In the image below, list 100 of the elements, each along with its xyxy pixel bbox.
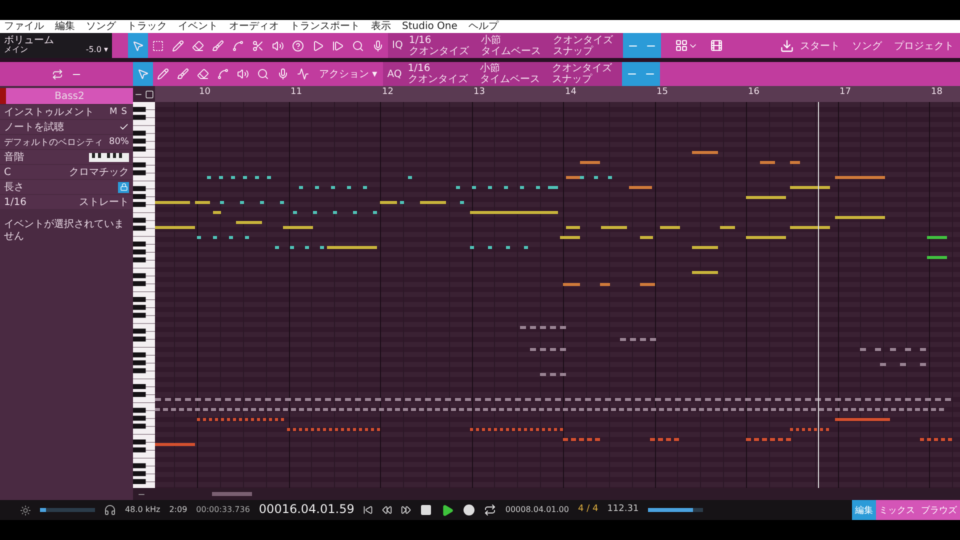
key-dropdown[interactable]: C: [4, 166, 11, 178]
bar-number: 18: [931, 87, 942, 97]
play-icon: [312, 40, 324, 52]
fast-forward-icon: [401, 505, 412, 515]
scale-dropdown[interactable]: クロマチック: [69, 165, 129, 179]
loop-button[interactable]: [484, 504, 496, 516]
menu-item[interactable]: 編集: [55, 20, 75, 33]
timeline-ruler[interactable]: 10 11 12 13 14 15 16 17 18: [155, 86, 960, 102]
mute-button[interactable]: M: [108, 107, 120, 117]
quantize-dropdown[interactable]: 1/16 クオンタイズ: [406, 34, 475, 56]
quantize-dropdown[interactable]: 小節 タイムベース: [478, 34, 547, 56]
menu-item[interactable]: トラック: [127, 20, 167, 33]
pointer-tool-button[interactable]: [133, 62, 153, 86]
quantize-label: IQ: [392, 40, 403, 51]
menu-item[interactable]: ヘルプ: [468, 20, 498, 33]
curve-icon: [217, 68, 229, 80]
record-icon: [463, 504, 476, 516]
bar-number: 10: [199, 87, 210, 97]
bar-number: 15: [656, 87, 668, 97]
quantize-dropdown[interactable]: クオンタイズ スナップ: [550, 34, 619, 56]
track-name: ボリューム: [4, 35, 55, 46]
quantize-label: AQ: [387, 68, 402, 80]
bar-number: 16: [748, 87, 760, 97]
menu-item[interactable]: イベント: [178, 20, 218, 33]
lock-button[interactable]: [118, 182, 129, 192]
step-forward-icon: [332, 40, 344, 52]
layout-icon[interactable]: [674, 39, 688, 52]
download-icon[interactable]: [780, 38, 794, 52]
output-meter: [648, 508, 703, 512]
stop-icon: [420, 504, 432, 516]
nav-button[interactable]: プロジェクト: [888, 38, 960, 52]
menu-item[interactable]: 表示: [371, 20, 391, 33]
quantize-dropdown[interactable]: 小節 タイムベース: [478, 63, 546, 85]
record-time: 2:09: [169, 506, 188, 514]
audition-label: ノートを試聴: [4, 120, 64, 134]
track-sub-label: メイン: [4, 46, 28, 55]
speaker-icon: [272, 40, 284, 52]
menu-item[interactable]: ファイル: [4, 20, 44, 33]
view-icon[interactable]: [145, 90, 154, 98]
help-icon: [292, 40, 304, 52]
bar-number: 12: [382, 87, 394, 97]
microphone-icon: [277, 68, 289, 80]
menu-item[interactable]: ソング: [86, 20, 116, 33]
action-menu-button[interactable]: アクション ▾: [313, 67, 384, 81]
bar-number: 17: [840, 87, 851, 97]
return-button[interactable]: [363, 505, 374, 515]
length-mode-dropdown[interactable]: ストレート: [79, 195, 129, 209]
quantize-dropdown[interactable]: クオンタイズ スナップ: [550, 63, 618, 85]
time-signature[interactable]: 4 / 4: [578, 505, 598, 515]
nav-button[interactable]: ソング: [846, 38, 888, 52]
loop-start: 00008.04.01.00: [505, 506, 569, 514]
search-icon: [352, 40, 364, 52]
note-grid[interactable]: [155, 102, 960, 488]
skip-back-icon: [363, 505, 374, 515]
record-button[interactable]: [463, 504, 476, 516]
dashed-square-icon: [152, 40, 164, 52]
curve-icon: [232, 40, 244, 52]
length-dropdown[interactable]: 1/16: [4, 196, 26, 208]
sample-rate: 48.0 kHz: [125, 506, 160, 514]
bar-number: 13: [474, 87, 485, 97]
scrollbar-thumb[interactable]: [212, 492, 252, 496]
eraser-icon: [197, 68, 209, 80]
rewind-button[interactable]: [382, 505, 392, 515]
pointer-icon: [132, 40, 144, 52]
scissors-icon: [252, 40, 264, 52]
wave-icon: [297, 68, 309, 80]
solo-button[interactable]: S: [119, 107, 129, 117]
film-icon[interactable]: [710, 39, 723, 52]
speaker-icon: [237, 68, 249, 80]
play-button[interactable]: [441, 504, 454, 516]
bar-number: 11: [290, 87, 302, 97]
instrument-label: インストゥルメント: [4, 106, 94, 119]
mini-keyboard-icon: [89, 152, 129, 162]
menu-item[interactable]: Studio One: [402, 20, 458, 33]
velocity-label: デフォルトのベロシティ: [4, 136, 103, 148]
length-label: 長さ: [4, 181, 24, 194]
headphones-icon[interactable]: [104, 504, 116, 516]
velocity-value[interactable]: 80%: [108, 137, 129, 147]
pencil-icon: [157, 68, 169, 80]
pointer-icon: [137, 68, 149, 80]
checkbox[interactable]: [119, 122, 129, 132]
cpu-meter: [40, 508, 95, 512]
position-display: 00016.04.01.59: [258, 503, 354, 517]
tempo-value[interactable]: 112.31: [607, 505, 639, 515]
menu-item[interactable]: オーディオ: [229, 20, 279, 33]
piano-keyboard-drawing[interactable]: [133, 102, 155, 488]
view-tab[interactable]: ミックス: [876, 500, 918, 520]
rewind-icon: [382, 505, 392, 515]
swap-icon[interactable]: [52, 68, 62, 80]
quantize-dropdown[interactable]: 1/16 クオンタイズ: [406, 63, 474, 85]
menu-item[interactable]: トランスポート: [290, 20, 360, 33]
view-tab[interactable]: ブラウズ: [918, 500, 960, 520]
status-text: イベントが選択されていません: [3, 219, 125, 243]
volume-value[interactable]: -5.0 ▾: [86, 46, 108, 55]
search-icon: [257, 68, 269, 80]
note-block[interactable]: [790, 186, 830, 189]
note-block[interactable]: [790, 226, 830, 229]
nav-button[interactable]: スタート: [794, 38, 846, 52]
stop-button[interactable]: [420, 504, 432, 516]
forward-button[interactable]: [401, 505, 412, 515]
